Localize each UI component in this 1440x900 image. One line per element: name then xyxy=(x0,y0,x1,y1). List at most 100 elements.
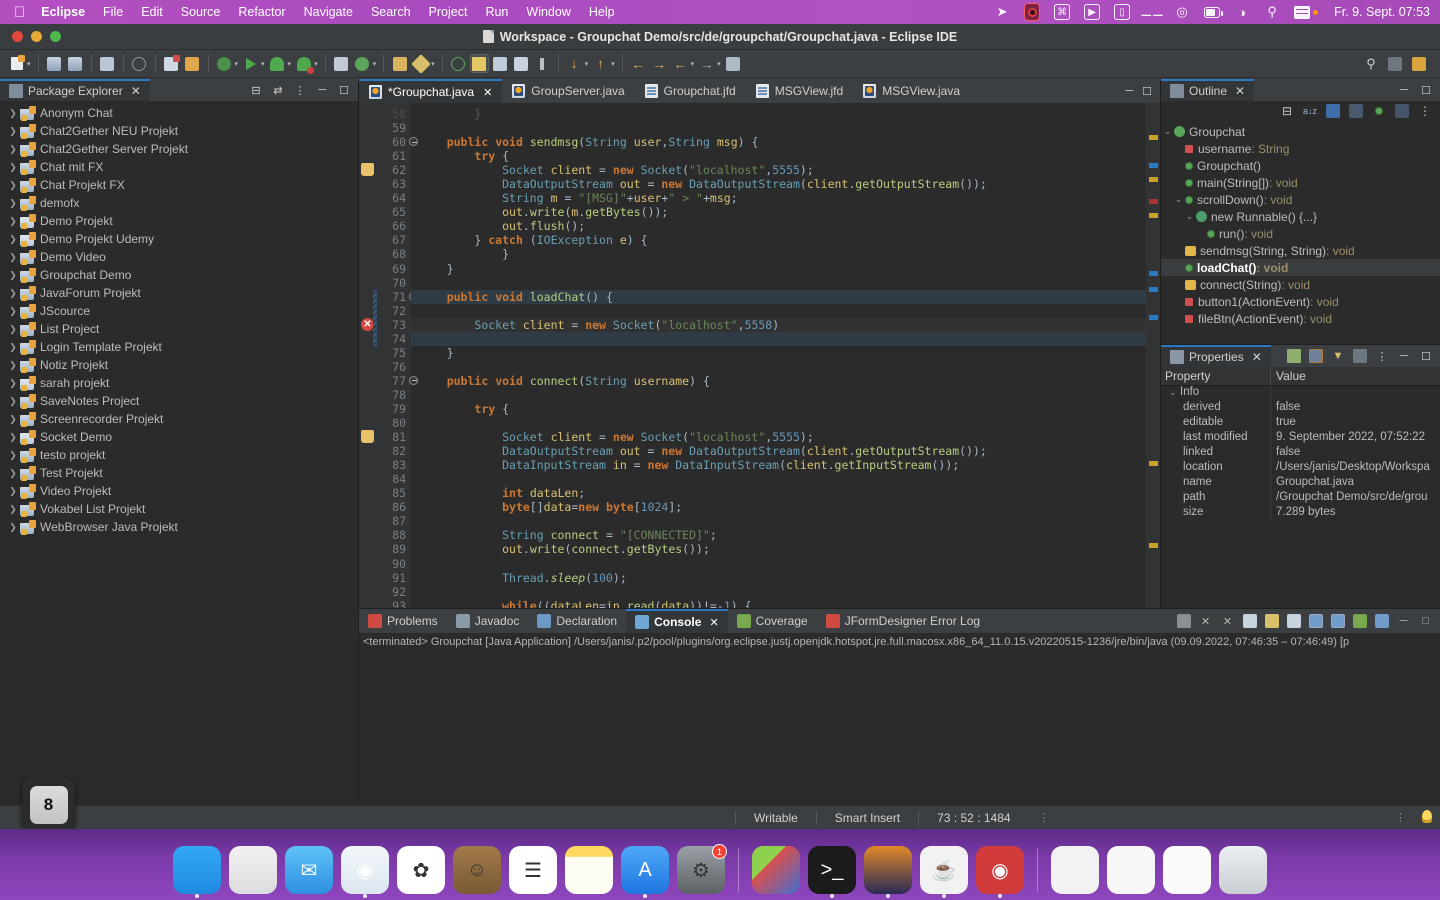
chevron-right-icon[interactable]: ❯ xyxy=(6,522,20,533)
property-value[interactable]: false xyxy=(1271,446,1440,461)
project-tree-item[interactable]: ❯ SaveNotes Project xyxy=(0,392,358,410)
code-line[interactable]: int dataLen; xyxy=(411,486,1146,500)
outline-item[interactable]: ⌄ scrollDown() : void xyxy=(1161,191,1440,208)
property-value[interactable]: 7.289 bytes xyxy=(1271,506,1440,521)
property-row[interactable]: editable true xyxy=(1161,416,1440,431)
project-tree-item[interactable]: ❯ Socket Demo xyxy=(0,428,358,446)
dock-item[interactable] xyxy=(1219,846,1267,894)
playback-icon[interactable]: ◎ xyxy=(1174,4,1190,20)
finder-icon[interactable] xyxy=(173,846,221,894)
property-value[interactable]: 9. September 2022, 07:52:22 xyxy=(1271,431,1440,446)
project-tree-item[interactable]: ❯ Demo Projekt Udemy xyxy=(0,230,358,248)
maximize-icon[interactable]: ☐ xyxy=(337,83,351,97)
dock-item[interactable] xyxy=(864,846,912,898)
outline-item[interactable]: run() : void xyxy=(1161,225,1440,242)
code-line[interactable]: String m = "[MSG]"+user+" > "+msg; xyxy=(411,191,1146,205)
bottom-tab[interactable]: Javadoc xyxy=(447,609,529,633)
menu-help[interactable]: Help xyxy=(589,5,615,19)
run-last-tool-button[interactable] xyxy=(294,54,314,74)
project-tree-item[interactable]: ❯ Anonym Chat xyxy=(0,104,358,122)
pin-editor-button[interactable] xyxy=(724,54,743,73)
maximize-icon[interactable]: □ xyxy=(1418,614,1433,629)
chevron-right-icon[interactable]: ❯ xyxy=(6,396,20,407)
quick-fix-button[interactable] xyxy=(469,54,489,73)
back-history-dropdown-icon[interactable]: ▾ xyxy=(691,60,695,68)
terminal-icon[interactable]: >_ xyxy=(808,846,856,894)
search-button[interactable] xyxy=(410,53,431,74)
filter-icon[interactable]: ▼ xyxy=(1331,349,1345,363)
code-line[interactable]: public void connect(String username) { xyxy=(411,374,1146,388)
tip-of-the-day-icon[interactable] xyxy=(1422,809,1432,826)
code-line[interactable]: } xyxy=(411,262,1146,276)
warning-marker-icon[interactable] xyxy=(361,163,375,177)
sort-icon[interactable]: a↓z xyxy=(1303,104,1317,118)
project-tree-item[interactable]: ❯ Test Projekt xyxy=(0,464,358,482)
project-tree-item[interactable]: ❯ Chat2Gether NEU Projekt xyxy=(0,122,358,140)
outline-item[interactable]: username : String xyxy=(1161,140,1440,157)
view-menu-icon[interactable]: ⋮ xyxy=(1375,349,1389,363)
overview-warning-mark[interactable] xyxy=(1149,461,1158,466)
trash-icon[interactable] xyxy=(1219,846,1267,894)
outline-item[interactable]: sendmsg(String, String) : void xyxy=(1161,242,1440,259)
new-java-project-button[interactable] xyxy=(162,54,181,73)
project-tree-item[interactable]: ❯ testo projekt xyxy=(0,446,358,464)
minimize-icon[interactable]: ─ xyxy=(1125,85,1133,97)
dock-item[interactable]: ☕ xyxy=(920,846,968,898)
chevron-right-icon[interactable]: ❯ xyxy=(6,414,20,425)
pin-icon[interactable] xyxy=(1353,349,1367,363)
code-line[interactable]: out.flush(); xyxy=(411,219,1146,233)
property-value[interactable]: /Users/janis/Desktop/Workspa xyxy=(1271,461,1440,476)
refresh-button[interactable] xyxy=(449,54,468,73)
outline-item[interactable]: button1(ActionEvent) : void xyxy=(1161,293,1440,310)
display-selected-console-icon[interactable] xyxy=(1352,614,1367,629)
close-window-button[interactable] xyxy=(12,31,23,42)
dock-item[interactable] xyxy=(173,846,221,898)
menu-edit[interactable]: Edit xyxy=(141,5,163,19)
chevron-right-icon[interactable]: ❯ xyxy=(6,486,20,497)
editor-tab[interactable]: MSGView.java xyxy=(853,79,970,103)
toggle-mark-occurrences-button[interactable] xyxy=(130,54,149,73)
contacts-icon[interactable]: ☺ xyxy=(453,846,501,894)
menu-file[interactable]: File xyxy=(103,5,123,19)
chevron-right-icon[interactable]: ❯ xyxy=(6,108,20,119)
java-perspective-button[interactable] xyxy=(1410,55,1428,73)
overview-change-mark[interactable] xyxy=(1149,163,1158,168)
chevron-right-icon[interactable]: ❯ xyxy=(6,468,20,479)
prev-edit-dropdown-icon[interactable]: ▾ xyxy=(611,60,615,68)
code-line[interactable]: try { xyxy=(411,149,1146,163)
chevron-right-icon[interactable]: ❯ xyxy=(6,162,20,173)
hide-nonpublic-icon[interactable] xyxy=(1372,104,1386,118)
project-tree-item[interactable]: ❯ sarah projekt xyxy=(0,374,358,392)
editor-tab[interactable]: Groupchat.jfd xyxy=(635,79,746,103)
back-history-button[interactable]: ← xyxy=(671,54,690,73)
code-line[interactable]: Socket client = new Socket("localhost",5… xyxy=(411,163,1146,177)
open-jformdesigner-button[interactable] xyxy=(353,54,372,73)
project-tree-item[interactable]: ❯ Chat mit FX xyxy=(0,158,358,176)
property-row[interactable]: size 7.289 bytes xyxy=(1161,506,1440,521)
debug-dropdown-icon[interactable]: ▾ xyxy=(235,60,239,68)
run-last-tool-dropdown-icon[interactable]: ▾ xyxy=(314,60,318,68)
code-line[interactable]: Socket client = new Socket("localhost",5… xyxy=(411,317,1146,332)
battery-icon[interactable] xyxy=(1204,4,1224,20)
code-line[interactable]: byte[]data=new byte[1024]; xyxy=(411,500,1146,514)
next-edit-location-button[interactable]: ↓ xyxy=(565,54,584,73)
editor-tab[interactable]: *Groupchat.java ✕ xyxy=(359,79,503,103)
outline-item[interactable]: Groupchat() xyxy=(1161,157,1440,174)
project-tree-item[interactable]: ❯ Notiz Projekt xyxy=(0,356,358,374)
property-row[interactable]: last modified 9. September 2022, 07:52:22 xyxy=(1161,431,1440,446)
project-tree-item[interactable]: ❯ Vokabel List Projekt xyxy=(0,500,358,518)
quick-access-search-icon[interactable]: ⚲ xyxy=(1362,55,1380,73)
close-icon[interactable]: ✕ xyxy=(131,84,141,98)
code-line[interactable] xyxy=(411,388,1146,402)
chevron-right-icon[interactable]: ❯ xyxy=(6,378,20,389)
word-wrap-icon[interactable] xyxy=(1286,614,1301,629)
code-line[interactable] xyxy=(411,331,1146,346)
property-value[interactable]: Groupchat.java xyxy=(1271,476,1440,491)
code-line[interactable]: DataOutputStream out = new DataOutputStr… xyxy=(411,444,1146,458)
dock-item[interactable]: ☰ xyxy=(509,846,557,894)
dock-item[interactable]: >_ xyxy=(808,846,856,898)
run-dropdown-icon[interactable]: ▾ xyxy=(261,60,265,68)
chevron-down-icon[interactable]: ⌄ xyxy=(1172,194,1185,205)
menu-source[interactable]: Source xyxy=(181,5,221,19)
command-icon[interactable]: ⌘ xyxy=(1054,4,1071,20)
